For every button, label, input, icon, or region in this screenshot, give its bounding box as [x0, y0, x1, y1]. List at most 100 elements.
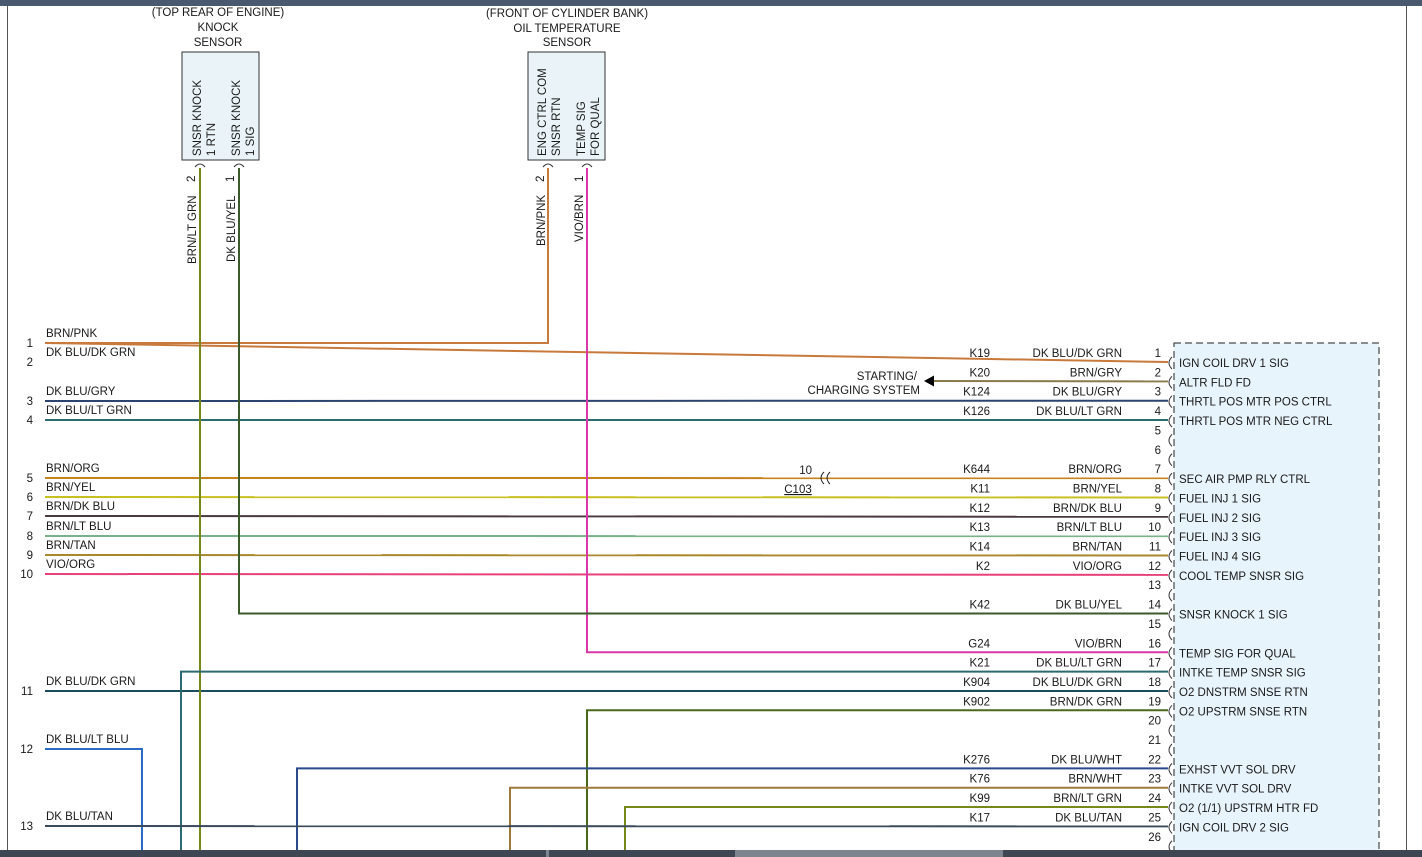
- left-wire-number: 11: [21, 686, 33, 698]
- pin-terminal: [1168, 492, 1173, 505]
- arrow-left-icon: [924, 375, 934, 387]
- wire-brn-pnk[interactable]: [44, 342, 1169, 363]
- wire-color-label: BRN/DK GRN: [1050, 696, 1122, 708]
- module-pin-number: 9: [1155, 503, 1161, 515]
- left-wire-number: 4: [27, 415, 34, 427]
- pin-function-label: SEC AIR PMP RLY CTRL: [1179, 474, 1311, 486]
- module-pin-number: 16: [1148, 638, 1161, 650]
- pin-terminal: [1168, 588, 1173, 602]
- oil-temp-sensor[interactable]: (FRONT OF CYLINDER BANK) OIL TEMPERATURE…: [486, 8, 648, 246]
- module-pin-row[interactable]: 21: [1148, 735, 1173, 757]
- pin-function-label: IGN COIL DRV 2 SIG: [1179, 822, 1289, 834]
- left-wire-label[interactable]: 11 DK BLU/DK GRN: [21, 676, 135, 698]
- module-pin-number: 12: [1148, 561, 1161, 573]
- module-pin-number: 25: [1148, 812, 1161, 824]
- pin-terminal: [1168, 782, 1173, 796]
- wire-color-label: VIO/ORG: [1073, 561, 1122, 573]
- module-pin-number: 17: [1148, 658, 1161, 670]
- wire-color-label: DK BLU/GRY: [1053, 387, 1123, 399]
- circuit-id: K904: [963, 677, 990, 689]
- knock-sensor-title-line-3: SENSOR: [194, 37, 243, 49]
- circuit-id: K19: [970, 348, 990, 360]
- left-wire-label[interactable]: 12 DK BLU/LT BLU: [20, 734, 128, 756]
- circuit-id: K21: [970, 658, 990, 670]
- module-pin-number: 11: [1149, 542, 1161, 554]
- c103-name: C103: [784, 484, 812, 496]
- pin-terminal: [1168, 375, 1173, 389]
- wire-brn-pnk[interactable]: [45, 168, 549, 344]
- pin-function-label: FUEL INJ 4 SIG: [1179, 552, 1261, 564]
- left-wire-label[interactable]: 4 DK BLU/LT GRN: [27, 405, 132, 427]
- oil-sensor-title-line-1: (FRONT OF CYLINDER BANK): [486, 8, 648, 20]
- wire-vio-org[interactable]: [44, 573, 1169, 576]
- left-wire-label[interactable]: 10 VIO/ORG: [20, 559, 95, 581]
- pin-function-label: THRTL POS MTR POS CTRL: [1179, 397, 1332, 409]
- left-wire-number: 8: [27, 531, 33, 543]
- oil-sensor-wire-1-color: VIO/BRN: [574, 195, 586, 242]
- starting-charging-system[interactable]: STARTING/ CHARGING SYSTEM: [808, 371, 934, 397]
- wiring-diagram: (TOP REAR OF ENGINE) KNOCK SENSOR SNSR K…: [20, 7, 1380, 850]
- knock-sensor-wire-2-color: BRN/LT GRN: [187, 195, 199, 264]
- module-pin-number: 15: [1148, 619, 1161, 631]
- module-pin-row[interactable]: 13: [1148, 580, 1173, 602]
- oil-sensor-title-line-2: OIL TEMPERATURE: [513, 23, 620, 35]
- left-wire-color: BRN/DK BLU: [46, 501, 115, 513]
- left-wire-color: BRN/TAN: [46, 540, 96, 552]
- left-wire-label[interactable]: 2 DK BLU/DK GRN: [27, 347, 136, 369]
- pin-terminal: [1168, 646, 1173, 660]
- pin-terminal: [1168, 801, 1173, 815]
- wire-layer: [44, 168, 1169, 850]
- wire-dk-blu-yel[interactable]: [238, 168, 1168, 615]
- left-wire-color: DK BLU/LT GRN: [46, 405, 132, 417]
- knock-sensor-title-line-2: KNOCK: [198, 22, 239, 34]
- left-wire-label-layer: 1 BRN/PNK 2 DK BLU/DK GRN 3 DK BLU/GRY 4 DK BLU…: [20, 328, 135, 833]
- module-pin-row[interactable]: 5: [1155, 425, 1173, 447]
- knock-sensor-pin2-label-2: 1 RTN: [206, 123, 218, 156]
- module-pin-number: 3: [1155, 387, 1161, 399]
- connector-c103[interactable]: 10 C103: [784, 465, 831, 496]
- module-pin-row[interactable]: 6: [1155, 445, 1173, 467]
- wire-dk-blu-lt-grn[interactable]: [180, 670, 1168, 850]
- module-pin-number: 10: [1148, 522, 1161, 534]
- left-wire-label[interactable]: 13 DK BLU/TAN: [20, 811, 113, 833]
- module-pin-number: 1: [1155, 348, 1161, 360]
- oil-sensor-pin1-num: 1: [574, 176, 586, 182]
- circuit-id: K126: [963, 406, 990, 418]
- pin-function-label: THRTL POS MTR NEG CTRL: [1179, 416, 1333, 428]
- pin-function-label: FUEL INJ 3 SIG: [1179, 532, 1261, 544]
- pin-terminal: [1168, 704, 1173, 718]
- circuit-id: K17: [970, 812, 990, 824]
- oil-sensor-pin2-num: 2: [535, 176, 547, 182]
- wire-color-label: BRN/ORG: [1068, 464, 1122, 476]
- wire-color-label: DK BLU/YEL: [1056, 600, 1123, 612]
- left-wire-color: BRN/PNK: [46, 328, 97, 340]
- pin-terminal: [1168, 453, 1173, 467]
- wire-color-label: DK BLU/WHT: [1051, 754, 1122, 766]
- knock-sensor[interactable]: (TOP REAR OF ENGINE) KNOCK SENSOR SNSR K…: [152, 7, 285, 264]
- circuit-id: K902: [963, 696, 990, 708]
- pin-terminal: [1168, 627, 1173, 641]
- module-pin-number: 23: [1148, 774, 1161, 786]
- left-wire-number: 6: [27, 492, 33, 504]
- module-pin-row[interactable]: 26: [1148, 832, 1173, 850]
- module-pin-row[interactable]: 15: [1148, 619, 1173, 641]
- module-pin-number: 14: [1148, 600, 1161, 612]
- knock-sensor-pin1-terminal: [233, 163, 245, 168]
- wire-color-label: DK BLU/TAN: [1055, 812, 1122, 824]
- knock-sensor-pin2-label-1: SNSR KNOCK: [192, 80, 204, 156]
- knock-sensor-pin2-terminal: [194, 163, 206, 168]
- pin-terminal: [1168, 511, 1173, 525]
- starting-system-line-2: CHARGING SYSTEM: [808, 385, 920, 397]
- wire-dk-blu-wht[interactable]: [296, 767, 1168, 850]
- wire-brn-tan[interactable]: [44, 554, 1169, 557]
- module-pin-row[interactable]: 20: [1148, 716, 1173, 738]
- left-wire-label[interactable]: 7 BRN/DK BLU: [27, 501, 115, 523]
- knock-sensor-pin2-num: 2: [186, 176, 198, 182]
- left-wire-color: BRN/LT BLU: [46, 521, 111, 533]
- module-pin-number: 24: [1148, 793, 1161, 805]
- wire-color-label: BRN/LT BLU: [1057, 522, 1122, 534]
- pin-terminal: [1168, 724, 1173, 738]
- wire-dk-blu-lt-blu[interactable]: [45, 748, 143, 850]
- wire-brn-dk-blu[interactable]: [44, 515, 1169, 518]
- pin-terminal: [1168, 472, 1173, 486]
